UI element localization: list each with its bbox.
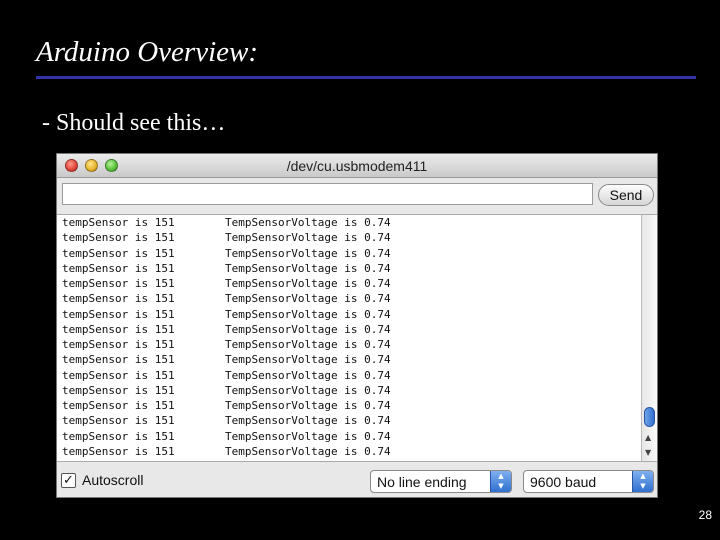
page-number: 28 bbox=[698, 508, 712, 522]
sensor-reading: tempSensor is 151 bbox=[62, 353, 175, 367]
sensor-reading: tempSensor is 151 bbox=[62, 322, 175, 336]
voltage-reading: TempSensorVoltage is 0.74 bbox=[225, 216, 391, 229]
line-ending-select[interactable]: No line ending ▲ ▼ bbox=[370, 470, 512, 493]
voltage-reading: TempSensorVoltage is 0.74 bbox=[225, 322, 391, 336]
output-line: tempSensor is 151 TempSensorVoltage is 0.… bbox=[57, 261, 641, 276]
output-line: tempSensor is 151 TempSensorVoltage is 0.… bbox=[57, 398, 641, 413]
voltage-reading: TempSensorVoltage is 0.74 bbox=[225, 353, 391, 367]
window-titlebar[interactable]: /dev/cu.usbmodem411 bbox=[57, 154, 657, 178]
slide-title: Arduino Overview: bbox=[36, 36, 259, 68]
sensor-reading: tempSensor is 151 bbox=[62, 444, 175, 458]
autoscroll-label: Autoscroll bbox=[82, 472, 144, 488]
sensor-reading: tempSensor is 151 bbox=[62, 292, 175, 306]
vertical-scrollbar[interactable]: ▲ ▼ bbox=[641, 214, 657, 462]
sensor-reading: tempSensor is 151 bbox=[62, 277, 175, 290]
baud-rate-value: 9600 baud bbox=[530, 474, 597, 490]
voltage-reading: TempSensorVoltage is 0.74 bbox=[225, 383, 391, 397]
voltage-reading: TempSensorVoltage is 0.74 bbox=[225, 338, 391, 351]
line-ending-value: No line ending bbox=[377, 474, 467, 490]
output-line: tempSensor is 151 TempSensorVoltage is 0.… bbox=[57, 368, 641, 383]
sensor-reading: tempSensor is 151 bbox=[62, 231, 175, 245]
output-line: tempSensor is 151 TempSensorVoltage is 0.… bbox=[57, 429, 641, 444]
sensor-reading: tempSensor is 151 bbox=[62, 429, 175, 443]
output-line: tempSensor is 151 TempSensorVoltage is 0.… bbox=[57, 413, 641, 428]
autoscroll-checkbox[interactable]: ✓ bbox=[61, 473, 76, 488]
voltage-reading: TempSensorVoltage is 0.74 bbox=[225, 368, 391, 382]
serial-output[interactable]: tempSensor is 151 TempSensorVoltage is 0.… bbox=[57, 214, 641, 462]
sensor-reading: tempSensor is 151 bbox=[62, 307, 175, 321]
slide-bullet: - Should see this… bbox=[42, 110, 226, 136]
output-line: tempSensor is 151 TempSensorVoltage is 0.… bbox=[57, 383, 641, 398]
output-line: tempSensor is 151 TempSensorVoltage is 0.… bbox=[57, 337, 641, 352]
voltage-reading: TempSensorVoltage is 0.74 bbox=[225, 444, 391, 458]
voltage-reading: TempSensorVoltage is 0.74 bbox=[225, 429, 391, 443]
title-divider bbox=[36, 76, 696, 79]
scroll-down-icon[interactable]: ▼ bbox=[645, 448, 651, 457]
sensor-reading: tempSensor is 151 bbox=[62, 414, 175, 428]
voltage-reading: TempSensorVoltage is 0.74 bbox=[225, 414, 391, 428]
baud-rate-select[interactable]: 9600 baud ▲ ▼ bbox=[523, 470, 654, 493]
updown-arrows-icon: ▲ ▼ bbox=[490, 471, 511, 492]
updown-arrows-icon: ▲ ▼ bbox=[632, 471, 653, 492]
output-line: tempSensor is 151 TempSensorVoltage is 0.… bbox=[57, 291, 641, 306]
serial-monitor-window: /dev/cu.usbmodem411 Send tempSensor is 1… bbox=[56, 153, 658, 498]
voltage-reading: TempSensorVoltage is 0.74 bbox=[225, 399, 391, 412]
voltage-reading: TempSensorVoltage is 0.74 bbox=[225, 292, 391, 306]
scrollbar-thumb[interactable] bbox=[644, 407, 655, 427]
output-line: tempSensor is 151 TempSensorVoltage is 0.… bbox=[57, 230, 641, 245]
voltage-reading: TempSensorVoltage is 0.74 bbox=[225, 277, 391, 290]
sensor-reading: tempSensor is 151 bbox=[62, 368, 175, 382]
output-line: tempSensor is 151 TempSensorVoltage is 0.… bbox=[57, 307, 641, 322]
voltage-reading: TempSensorVoltage is 0.74 bbox=[225, 261, 391, 275]
voltage-reading: TempSensorVoltage is 0.74 bbox=[225, 307, 391, 321]
output-line: tempSensor is 151 TempSensorVoltage is 0.… bbox=[57, 215, 641, 230]
window-title: /dev/cu.usbmodem411 bbox=[286, 158, 428, 174]
sensor-reading: tempSensor is 151 bbox=[62, 399, 175, 412]
voltage-reading: TempSensorVoltage is 0.74 bbox=[225, 231, 391, 245]
sensor-reading: tempSensor is 151 bbox=[62, 246, 175, 260]
sensor-reading: tempSensor is 151 bbox=[62, 383, 175, 397]
scroll-up-icon[interactable]: ▲ bbox=[645, 433, 651, 442]
sensor-reading: tempSensor is 151 bbox=[62, 338, 175, 351]
sensor-reading: tempSensor is 151 bbox=[62, 261, 175, 275]
output-line: tempSensor is 151 TempSensorVoltage is 0.… bbox=[57, 352, 641, 367]
output-line: tempSensor is 151 TempSensorVoltage is 0.… bbox=[57, 322, 641, 337]
output-line: tempSensor is 151 TempSensorVoltage is 0.… bbox=[57, 246, 641, 261]
send-input[interactable] bbox=[62, 183, 593, 205]
voltage-reading: TempSensorVoltage is 0.74 bbox=[225, 246, 391, 260]
sensor-reading: tempSensor is 151 bbox=[62, 216, 175, 229]
output-line: tempSensor is 151 TempSensorVoltage is 0.… bbox=[57, 276, 641, 291]
send-button[interactable]: Send bbox=[598, 184, 654, 206]
output-line: tempSensor is 151 TempSensorVoltage is 0.… bbox=[57, 444, 641, 459]
